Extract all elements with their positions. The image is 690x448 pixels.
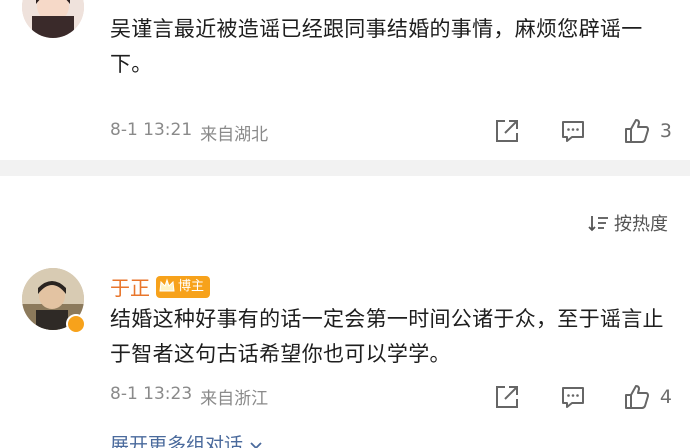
like-button[interactable] — [622, 382, 652, 412]
like-icon — [624, 385, 649, 409]
comment-icon — [561, 121, 584, 142]
comment-item: 吴谨言最近被造谣已经跟同事结婚的事情，麻烦您辟谣一下。 8-1 13:21 来自… — [0, 0, 690, 160]
crown-icon — [159, 277, 175, 291]
comment-actions: 3 — [492, 116, 672, 146]
like-icon — [624, 119, 649, 143]
section-divider — [0, 160, 690, 176]
username-row: 于正 博主 — [110, 272, 211, 301]
expand-conversation-link[interactable]: 展开更多组对话 — [110, 430, 263, 448]
comment-text: 结婚这种好事有的话一定会第一时间公诸于众，至于谣言止于智者这句古话希望你也可以学… — [110, 307, 664, 366]
comment-text: 吴谨言最近被造谣已经跟同事结婚的事情，麻烦您辟谣一下。 — [110, 17, 643, 76]
comment-item: 于正 博主 结婚这种好事有的话一定会第一时间公诸于众，至于谣言止于智者这句古话希… — [0, 264, 690, 448]
sort-icon — [588, 216, 608, 232]
like-count: 3 — [659, 120, 672, 142]
reply-button[interactable] — [558, 382, 588, 412]
comment-icon — [561, 387, 584, 408]
verified-icon — [66, 314, 86, 334]
share-icon — [495, 386, 518, 408]
sort-label: 按热度 — [614, 214, 668, 235]
expand-label: 展开更多组对话 — [110, 434, 244, 448]
avatar[interactable] — [22, 0, 84, 38]
author-badge: 博主 — [156, 275, 211, 298]
share-button[interactable] — [492, 116, 522, 146]
author-badge-label: 博主 — [178, 278, 205, 294]
username[interactable]: 于正 — [110, 272, 150, 301]
sort-toggle[interactable]: 按热度 — [588, 210, 668, 236]
share-button[interactable] — [492, 382, 522, 412]
comment-meta: 8-1 13:21 来自湖北 — [110, 120, 268, 145]
comment-location: 来自浙江 — [200, 389, 269, 409]
comment-time: 8-1 13:21 — [110, 120, 193, 140]
chevron-down-icon — [250, 441, 262, 448]
comment-actions: 4 — [492, 382, 672, 412]
like-count: 4 — [659, 386, 672, 408]
like-button[interactable] — [622, 116, 652, 146]
comment-location: 来自湖北 — [200, 125, 269, 145]
comment-meta: 8-1 13:23 来自浙江 — [110, 384, 268, 409]
comment-time: 8-1 13:23 — [110, 384, 193, 404]
share-icon — [495, 120, 518, 142]
reply-button[interactable] — [558, 116, 588, 146]
